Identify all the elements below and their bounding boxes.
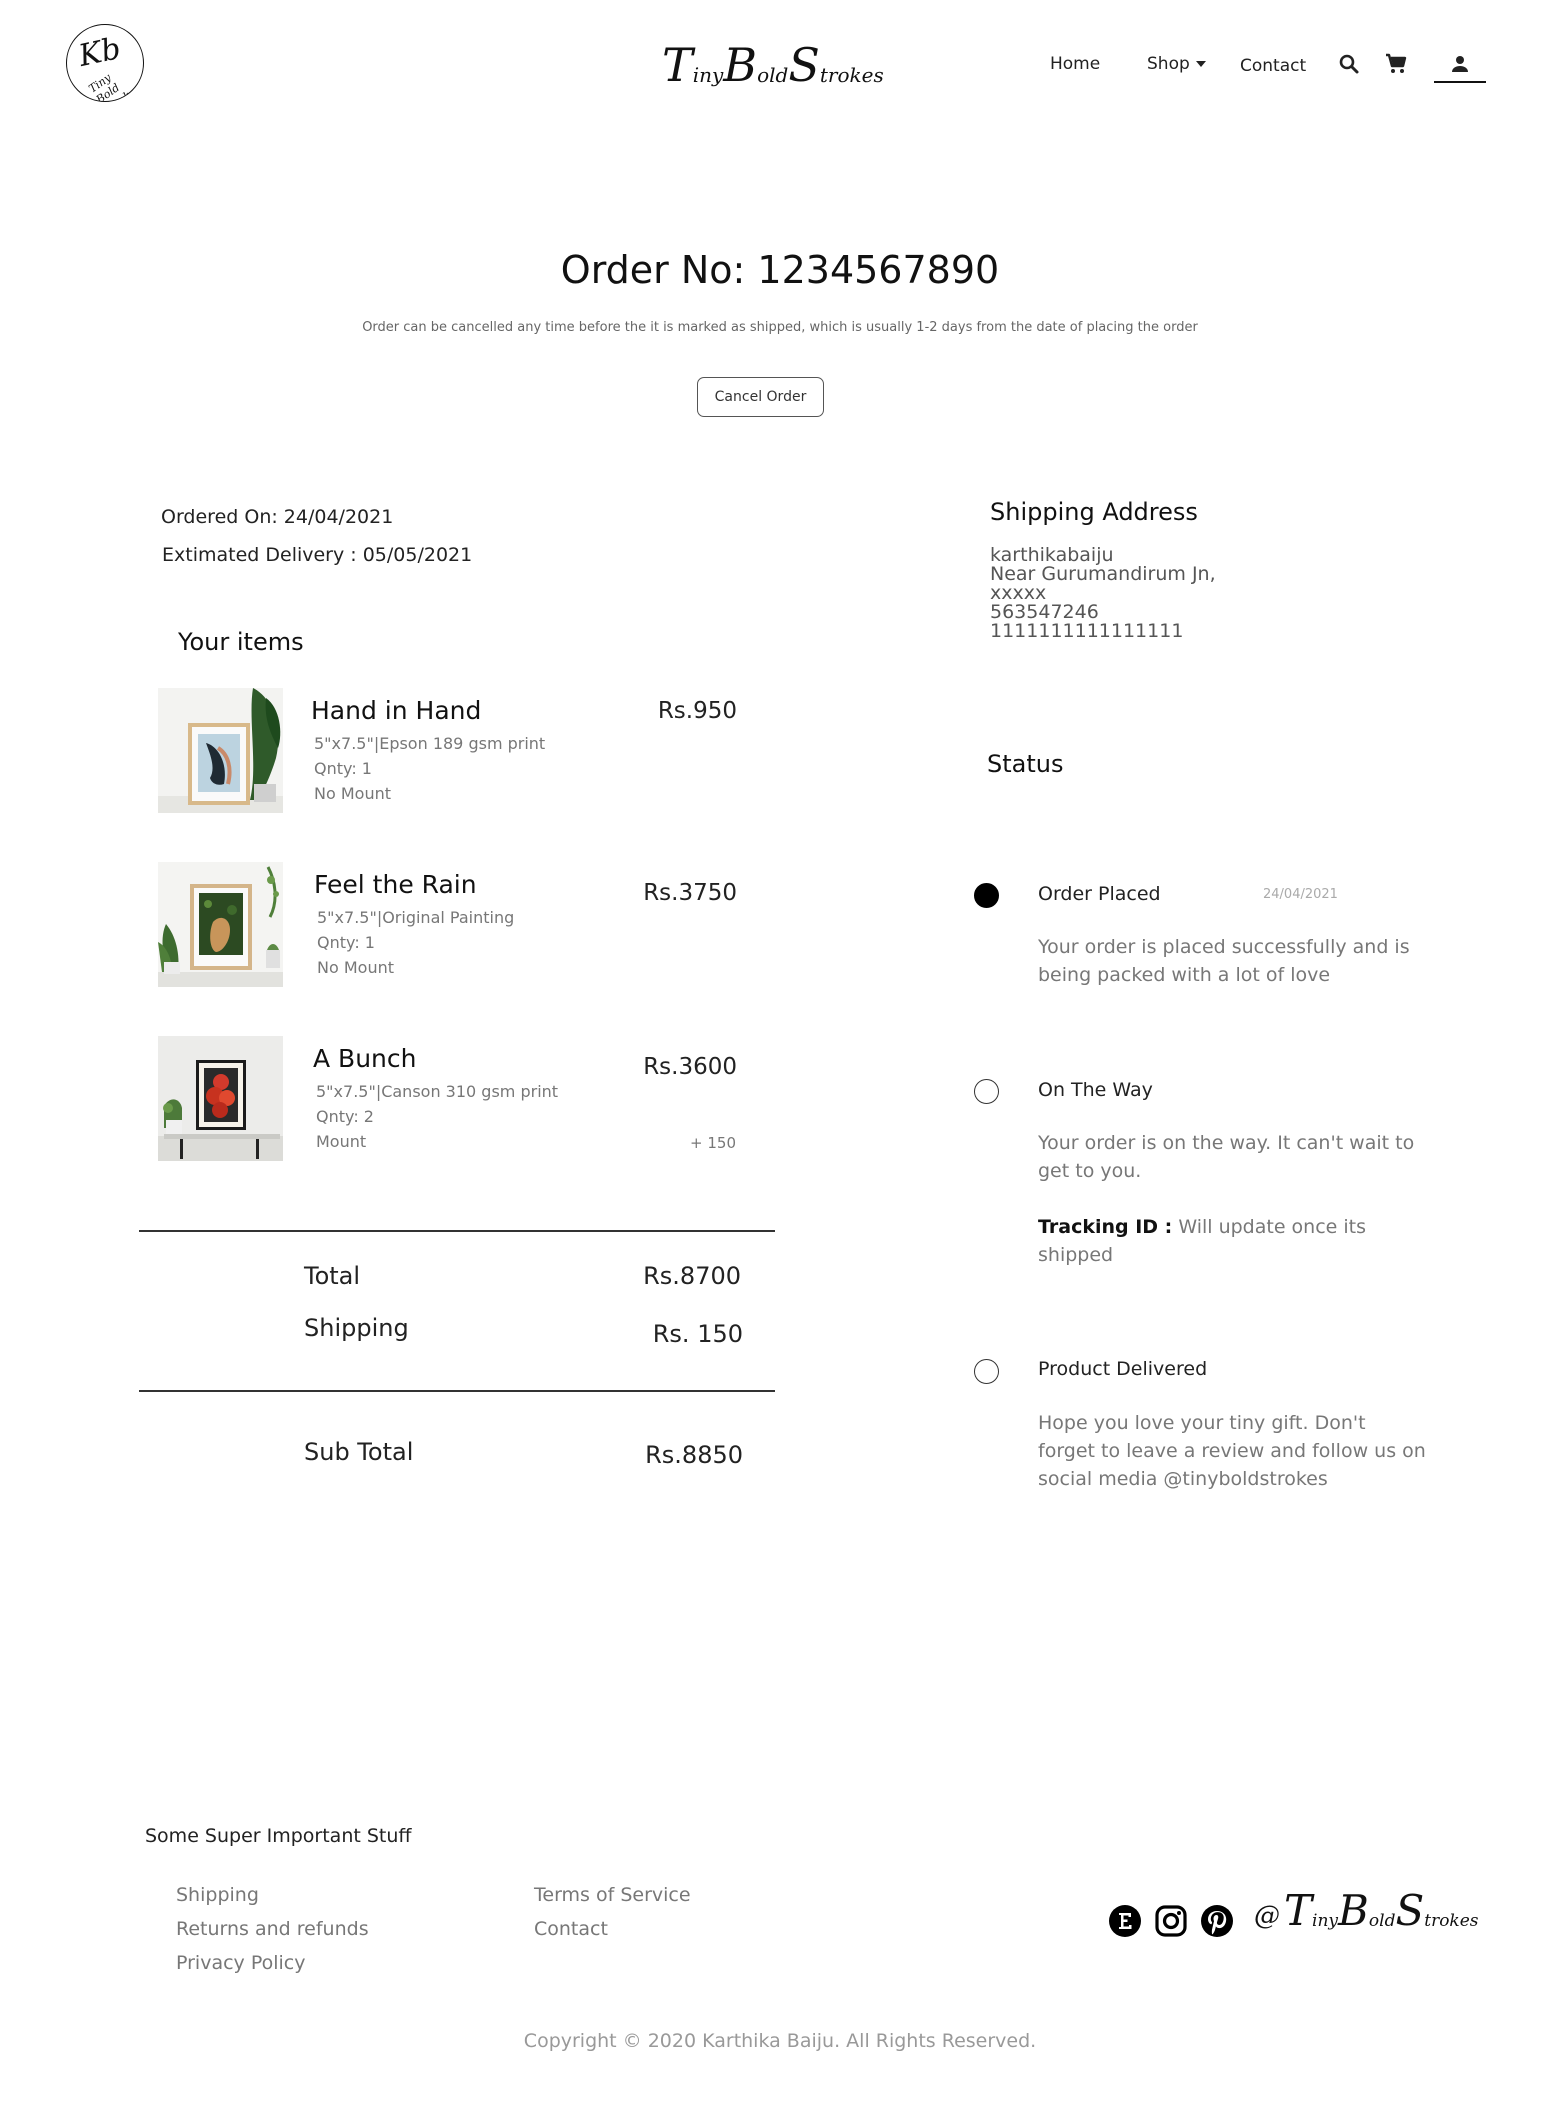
site-logo[interactable]: Kb Tiny Bold Strokes: [66, 24, 144, 102]
instagram-icon[interactable]: [1154, 1904, 1188, 1938]
total-value: Rs.8700: [643, 1262, 741, 1290]
estimated-delivery-date: Extimated Delivery : 05/05/2021: [162, 544, 473, 566]
item-mount: Mount: [316, 1132, 367, 1151]
footer-link-returns[interactable]: Returns and refunds: [176, 1918, 369, 1940]
brand-segment: B: [723, 38, 758, 92]
subtotal-label: Sub Total: [304, 1438, 414, 1466]
account-active-underline: [1434, 81, 1486, 83]
footer-link-terms[interactable]: Terms of Service: [534, 1884, 691, 1906]
status-heading: Status: [987, 750, 1064, 778]
item-quantity: Qnty: 2: [316, 1107, 374, 1126]
item-price: Rs.3600: [643, 1054, 737, 1080]
item-spec: 5"x7.5"|Canson 310 gsm print: [316, 1082, 559, 1101]
footer-heading: Some Super Important Stuff: [145, 1825, 412, 1847]
shipping-label: Shipping: [304, 1314, 409, 1342]
status-step-indicator-pending: [974, 1079, 999, 1104]
brand-segment: B: [1338, 1886, 1369, 1935]
item-name[interactable]: Hand in Hand: [311, 696, 481, 725]
cancel-order-button[interactable]: Cancel Order: [697, 377, 824, 417]
footer-link-contact[interactable]: Contact: [534, 1918, 608, 1940]
nav-shop-label: Shop: [1147, 54, 1190, 74]
brand-wordmark[interactable]: Tiny Bold Strokes: [662, 28, 884, 88]
item-image-a-bunch[interactable]: [158, 1036, 283, 1161]
person-icon[interactable]: [1448, 52, 1472, 76]
nav-contact-link[interactable]: Contact: [1240, 56, 1306, 76]
footer-link-shipping[interactable]: Shipping: [176, 1884, 259, 1906]
copyright-text: Copyright © 2020 Karthika Baiju. All Rig…: [523, 2030, 1037, 2052]
brand-segment: iny: [692, 63, 724, 87]
item-spec: 5"x7.5"|Epson 189 gsm print: [314, 734, 546, 753]
etsy-icon[interactable]: [1108, 1904, 1142, 1938]
brand-segment: old: [1368, 1910, 1396, 1931]
search-icon[interactable]: [1337, 52, 1361, 76]
item-quantity: Qnty: 1: [317, 933, 375, 952]
cart-icon[interactable]: [1384, 52, 1408, 76]
item-spec: 5"x7.5"|Original Painting: [317, 908, 515, 927]
footer-link-privacy[interactable]: Privacy Policy: [176, 1952, 305, 1974]
status-step-description: Your order is on the way. It can't wait …: [1038, 1132, 1415, 1182]
tracking-id-info: Tracking ID : Will update once its shipp…: [1038, 1213, 1428, 1269]
divider: [139, 1390, 775, 1392]
item-mount-addon: + 150: [690, 1134, 736, 1152]
chevron-down-icon: [1195, 61, 1206, 67]
item-price: Rs.950: [657, 698, 737, 724]
total-label: Total: [304, 1262, 361, 1290]
status-step-date: 24/04/2021: [1263, 887, 1338, 902]
item-price: Rs.3750: [643, 880, 737, 906]
status-step-title: On The Way: [1038, 1079, 1153, 1101]
nav-shop-link[interactable]: Shop: [1147, 54, 1206, 74]
footer-brand-handle[interactable]: @ Tiny Bold Strokes: [1254, 1890, 1479, 1932]
status-step-indicator-pending: [974, 1359, 999, 1384]
status-step-title: Product Delivered: [1038, 1358, 1208, 1380]
shipping-address-block: karthikabaiju Near Gurumandirum Jn, xxxx…: [990, 546, 1216, 641]
brand-segment: S: [1395, 1886, 1425, 1935]
item-image-feel-the-rain[interactable]: [158, 862, 283, 987]
item-mount: No Mount: [317, 958, 394, 977]
cancel-policy-note: Order can be cancelled any time before t…: [362, 320, 1198, 335]
address-line: 1111111111111111: [990, 620, 1184, 642]
nav-home-link[interactable]: Home: [1050, 54, 1100, 74]
brand-segment: T: [1284, 1886, 1313, 1935]
ordered-on-date: Ordered On: 24/04/2021: [161, 506, 394, 528]
item-mount: No Mount: [314, 784, 391, 803]
divider: [139, 1230, 775, 1232]
brand-segment: iny: [1312, 1910, 1339, 1931]
brand-segment: trokes: [1424, 1910, 1479, 1931]
tracking-id-label: Tracking ID :: [1038, 1216, 1173, 1238]
handle-at-symbol: @: [1254, 1900, 1280, 1931]
item-quantity: Qnty: 1: [314, 759, 372, 778]
brand-segment: S: [788, 38, 820, 92]
status-step-indicator-complete: [974, 883, 999, 908]
item-image-hand-in-hand[interactable]: [158, 688, 283, 813]
brand-segment: T: [662, 38, 693, 92]
status-step-description: Your order is placed successfully and is…: [1038, 936, 1410, 986]
order-title: Order No: 1234567890: [560, 248, 1000, 292]
brand-segment: old: [757, 63, 789, 87]
item-name[interactable]: A Bunch: [313, 1044, 416, 1073]
brand-segment: trokes: [819, 63, 884, 87]
shipping-value: Rs. 150: [652, 1320, 743, 1348]
status-step-title: Order Placed: [1038, 883, 1161, 905]
shipping-address-heading: Shipping Address: [990, 498, 1198, 526]
subtotal-value: Rs.8850: [645, 1441, 743, 1469]
status-step-description: Hope you love your tiny gift. Don't forg…: [1038, 1412, 1426, 1490]
item-name[interactable]: Feel the Rain: [314, 870, 477, 899]
pinterest-icon[interactable]: [1200, 1904, 1234, 1938]
your-items-heading: Your items: [178, 628, 304, 656]
